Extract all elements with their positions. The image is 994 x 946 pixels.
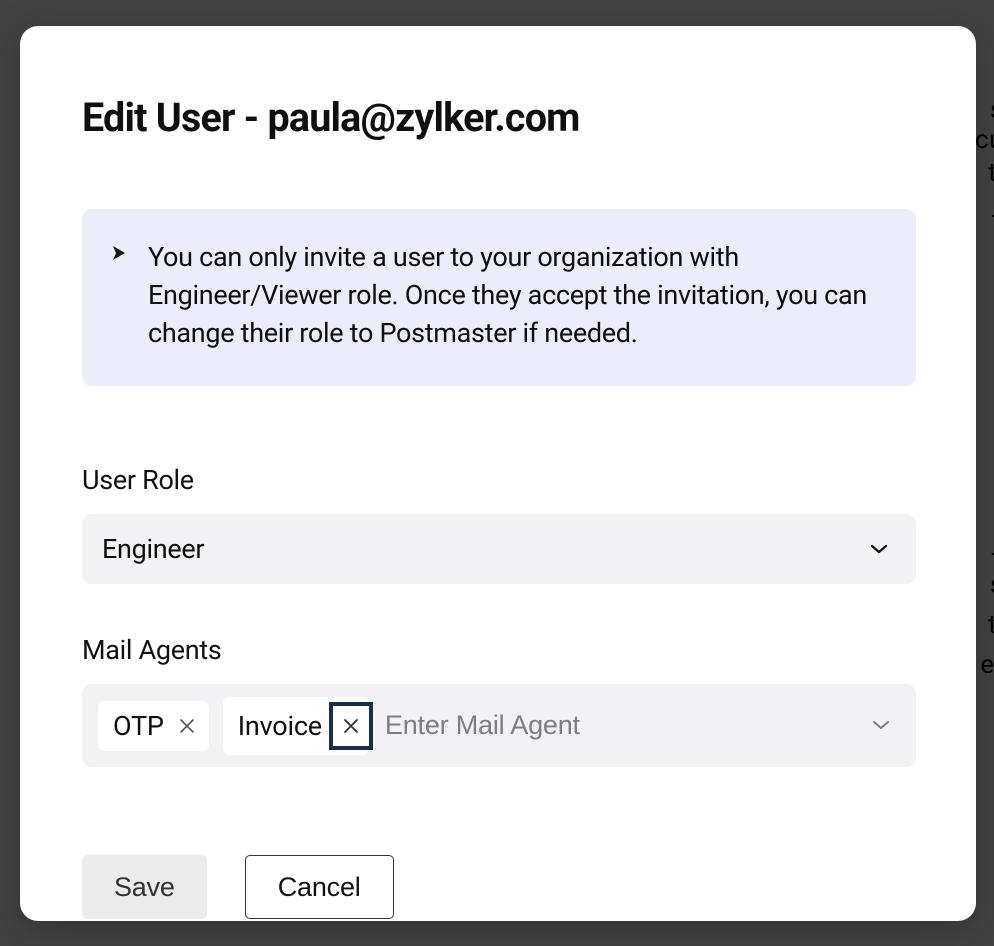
mail-agent-tag-label: OTP <box>113 710 164 742</box>
user-role-value: Engineer <box>102 533 204 565</box>
mail-agent-tag-invoice: Invoice <box>223 697 369 755</box>
chevron-down-icon <box>870 540 888 559</box>
mail-agent-input[interactable] <box>383 704 858 747</box>
mail-agent-tag-label: Invoice <box>238 710 322 742</box>
cancel-button[interactable]: Cancel <box>245 855 394 919</box>
arrow-right-icon <box>110 244 128 266</box>
bg-fragment: cu <box>975 125 994 155</box>
bg-fragment: ti <box>988 158 994 188</box>
mail-agent-tag-otp: OTP <box>98 701 209 751</box>
user-role-label: User Role <box>82 464 916 496</box>
edit-user-modal: Edit User - paula@zylker.com You can onl… <box>20 26 976 921</box>
modal-title: Edit User - paula@zylker.com <box>82 94 916 141</box>
save-button[interactable]: Save <box>82 855 207 919</box>
notice-text: You can only invite a user to your organ… <box>148 239 888 352</box>
notice-banner: You can only invite a user to your organ… <box>82 209 916 386</box>
bg-fragment: er <box>980 650 994 680</box>
bg-fragment: s <box>990 570 994 600</box>
user-role-select[interactable]: Engineer <box>82 514 916 584</box>
user-role-field: User Role Engineer <box>82 464 916 584</box>
mail-agents-select[interactable]: OTP Invoice <box>82 684 916 767</box>
remove-tag-button[interactable] <box>333 706 369 746</box>
mail-agents-label: Mail Agents <box>82 634 916 666</box>
remove-tag-button[interactable] <box>175 714 199 738</box>
chevron-down-icon <box>872 716 890 735</box>
bg-fragment: ti <box>988 610 994 640</box>
mail-agents-field: Mail Agents OTP Invoice <box>82 634 916 767</box>
modal-actions: Save Cancel <box>82 855 916 919</box>
bg-fragment: s <box>990 95 994 125</box>
